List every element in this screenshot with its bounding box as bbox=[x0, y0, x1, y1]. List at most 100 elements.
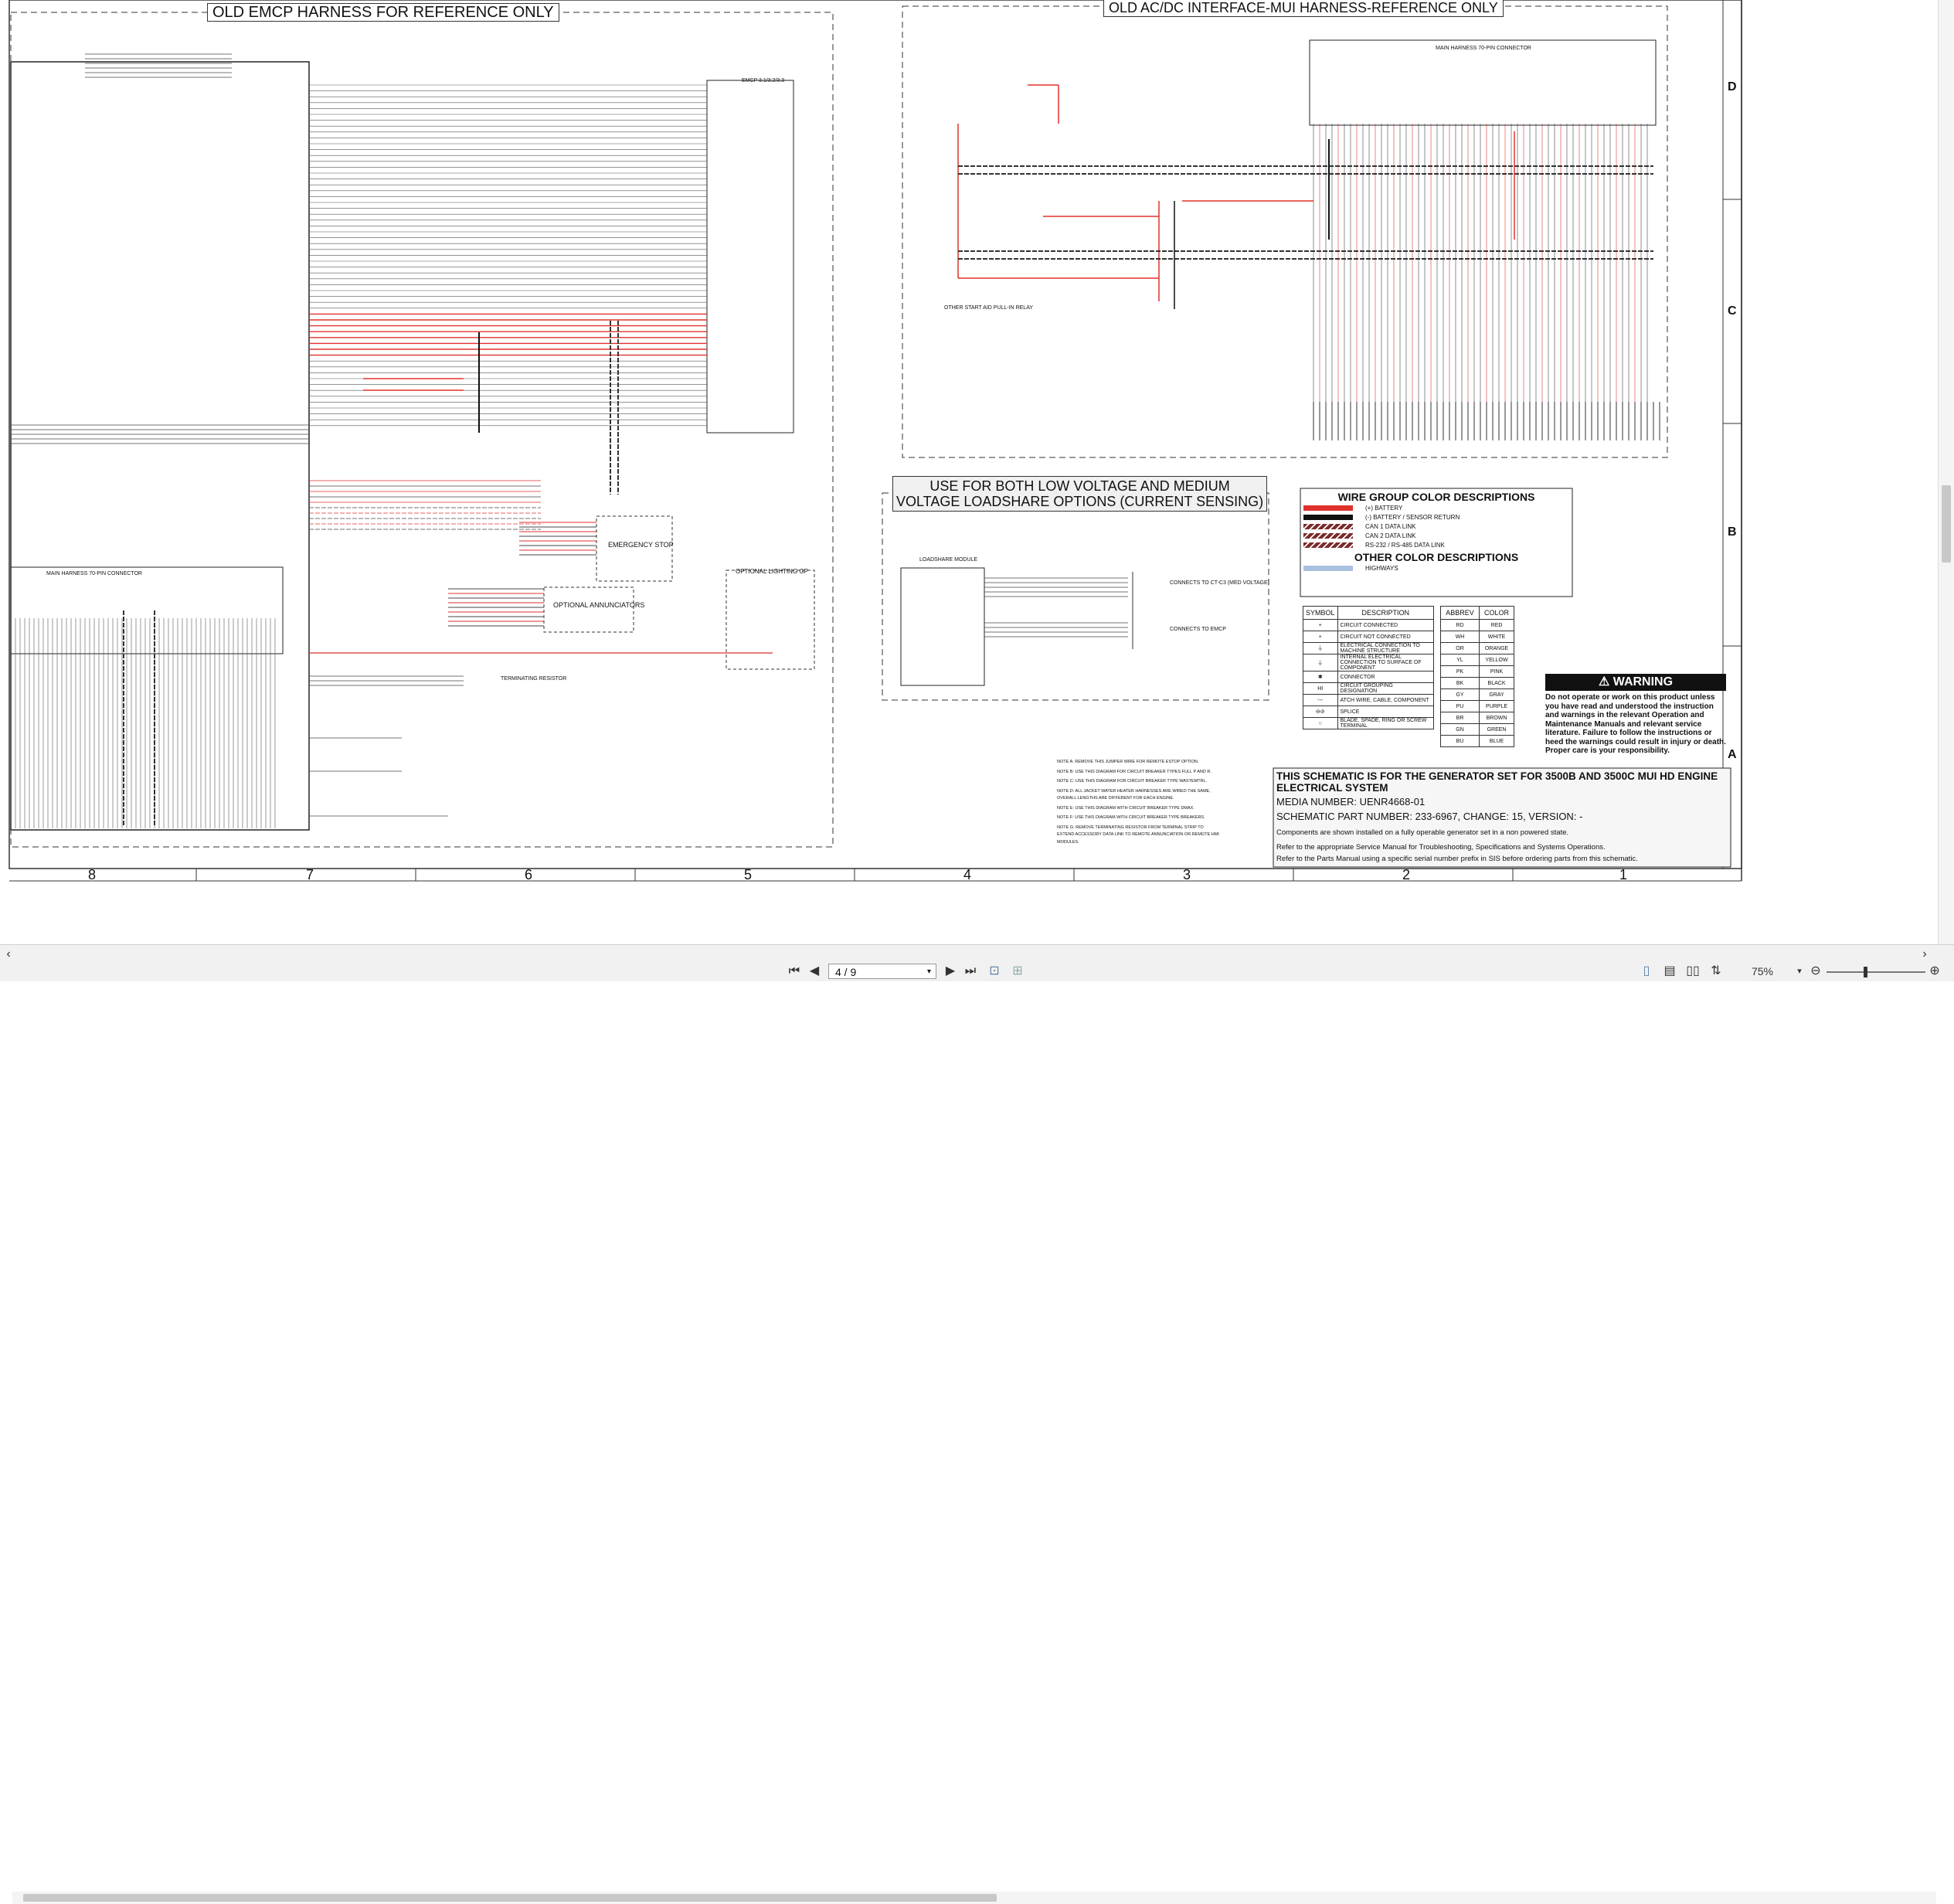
note-item: NOTE G: REMOVE TERMINATING RESISTOR FROM… bbox=[1057, 824, 1219, 845]
zoom-in-icon[interactable]: ⊕ bbox=[1927, 964, 1942, 979]
page-number-input[interactable]: 4 / 9 ▾ bbox=[828, 964, 936, 979]
legend-row: RS-232 / RS-485 DATA LINK bbox=[1303, 540, 1572, 549]
fit-page-icon[interactable]: ⊡ bbox=[986, 964, 1003, 979]
grid-row-label: D bbox=[1728, 80, 1737, 94]
wire-legend: WIRE GROUP COLOR DESCRIPTIONS (+) BATTER… bbox=[1300, 488, 1572, 573]
zoom-level[interactable]: 75% bbox=[1743, 964, 1782, 979]
schematic-part-number: SCHEMATIC PART NUMBER: 233-6967, CHANGE:… bbox=[1276, 811, 1583, 822]
color-abbrev: BU bbox=[1439, 735, 1480, 747]
color-row: WH WHITE bbox=[1439, 631, 1514, 643]
legend-swatch bbox=[1303, 532, 1353, 539]
two-page-view-icon[interactable]: ▯▯ bbox=[1684, 964, 1701, 979]
loadshare-title-line2: VOLTAGE LOADSHARE OPTIONS (CURRENT SENSI… bbox=[896, 494, 1264, 509]
zoom-out-icon[interactable]: ⊖ bbox=[1808, 964, 1823, 979]
notes-list: NOTE A: REMOVE THIS JUMPER WIRE FOR REMO… bbox=[1057, 759, 1219, 848]
symbol-glyph: + bbox=[1303, 631, 1338, 643]
symbol-description: CIRCUIT NOT CONNECTED bbox=[1337, 631, 1435, 643]
legend-label: (-) BATTERY / SENSOR RETURN bbox=[1365, 513, 1460, 521]
annunciators-box bbox=[543, 586, 634, 633]
legend-row: (+) BATTERY bbox=[1303, 503, 1572, 512]
note-item: NOTE B: USE THIS DIAGRAM FOR CIRCUIT BRE… bbox=[1057, 769, 1211, 774]
connects-to-ct-label: CONNECTS TO CT-C3 (MED VOLTAGE) bbox=[1170, 580, 1269, 586]
title-note-2: Refer to the appropriate Service Manual … bbox=[1276, 843, 1606, 852]
other-legend-title: OTHER COLOR DESCRIPTIONS bbox=[1354, 551, 1519, 563]
color-name: WHITE bbox=[1479, 631, 1514, 643]
warning-text: Do not operate or work on this product u… bbox=[1545, 693, 1726, 755]
emcp-harness-block bbox=[10, 61, 310, 831]
symbol-row: ✱ CONNECTOR bbox=[1303, 671, 1435, 683]
symbol-row: + CIRCUIT CONNECTED bbox=[1303, 619, 1435, 631]
continuous-view-icon[interactable]: ▤ bbox=[1661, 964, 1678, 979]
symbol-description: ATCH WIRE, CABLE, COMPONENT bbox=[1337, 694, 1435, 706]
horizontal-scrollbar[interactable] bbox=[12, 1892, 1936, 1904]
grid-row-label: C bbox=[1728, 304, 1737, 318]
color-abbrev: BR bbox=[1439, 712, 1480, 724]
vertical-scroll-thumb[interactable] bbox=[1942, 485, 1951, 563]
scroll-left-icon[interactable]: ‹ bbox=[3, 947, 14, 962]
grid-column-ticks bbox=[195, 869, 1514, 881]
rotate-view-icon[interactable]: ⇅ bbox=[1708, 964, 1725, 979]
optional-lighting-label: OPTIONAL LIGHTING GP bbox=[736, 568, 808, 575]
description-header: DESCRIPTION bbox=[1337, 606, 1435, 620]
lighting-box bbox=[726, 570, 815, 670]
emcp-panel-title: OLD EMCP HARNESS FOR REFERENCE ONLY bbox=[207, 3, 559, 22]
symbol-glyph: ⏚ bbox=[1303, 642, 1338, 654]
note-item: NOTE D: ALL JACKET WATER HEATER HARNESSE… bbox=[1057, 788, 1211, 801]
loadshare-module-box bbox=[900, 567, 985, 686]
symbol-table: SYMBOL DESCRIPTION + CIRCUIT CONNECTED + CI… bbox=[1303, 606, 1435, 729]
previous-page-icon[interactable]: ◀ bbox=[807, 964, 822, 979]
horizontal-scroll-thumb[interactable] bbox=[23, 1894, 997, 1902]
grid-column-label: 8 bbox=[88, 867, 97, 882]
color-name: PURPLE bbox=[1479, 700, 1514, 712]
color-row: PU PURPLE bbox=[1439, 700, 1514, 712]
acdc-panel-frame bbox=[902, 5, 1668, 458]
first-page-icon[interactable]: ⏮ bbox=[787, 964, 802, 979]
symbol-row: ⊖⊘ SPLICE bbox=[1303, 706, 1435, 718]
color-row: BR BROWN bbox=[1439, 712, 1514, 724]
grid-row-ticks bbox=[1723, 199, 1742, 647]
other-legend-label: HIGHWAYS bbox=[1365, 564, 1398, 572]
loadshare-module-label: LOADSHARE MODULE bbox=[919, 557, 978, 563]
grid-column-label: 6 bbox=[525, 867, 533, 882]
grid-column-label: 2 bbox=[1402, 867, 1411, 882]
connects-to-emcp-label: CONNECTS TO EMCP bbox=[1170, 627, 1226, 632]
color-rows: RD RED WH WHITE OR ORANGE YL YELLOW PK PINK BK BLAC… bbox=[1439, 619, 1514, 747]
color-row: PK PINK bbox=[1439, 665, 1514, 678]
grid-column-label: 5 bbox=[744, 867, 753, 882]
symbol-glyph: ⊖⊘ bbox=[1303, 706, 1338, 718]
symbol-row: ⏚ INTERNAL ELECTRICAL CONNECTION TO SURFA… bbox=[1303, 654, 1435, 672]
grid-column-label: 7 bbox=[306, 867, 314, 882]
grid-row-label: A bbox=[1728, 748, 1737, 761]
symbol-header: SYMBOL bbox=[1303, 606, 1338, 620]
warning-header: ⚠ WARNING bbox=[1545, 674, 1726, 691]
emergency-stop-box bbox=[596, 515, 673, 582]
other-start-aid-label: OTHER START AID PULL-IN RELAY bbox=[944, 305, 1034, 311]
legend-swatch bbox=[1303, 505, 1353, 511]
scroll-right-icon[interactable]: › bbox=[1919, 947, 1930, 962]
vertical-scrollbar[interactable] bbox=[1938, 0, 1954, 944]
symbol-description: INTERNAL ELECTRICAL CONNECTION TO SURFAC… bbox=[1337, 654, 1435, 672]
fit-width-icon[interactable]: ⊞ bbox=[1009, 964, 1026, 979]
grid-column-label: 1 bbox=[1619, 867, 1628, 882]
color-abbrev: OR bbox=[1439, 642, 1480, 654]
zoom-dropdown-icon[interactable]: ▾ bbox=[1794, 964, 1805, 979]
color-row: GY GRAY bbox=[1439, 688, 1514, 701]
left-harness-wires bbox=[15, 610, 276, 828]
note-item: NOTE E: USE THIS DIAGRAM WITH CIRCUIT BR… bbox=[1057, 805, 1194, 811]
page-dropdown-icon[interactable]: ▾ bbox=[927, 964, 931, 980]
grid-column-label: 4 bbox=[963, 867, 972, 882]
emcp-controller-box bbox=[706, 80, 794, 434]
color-name: PINK bbox=[1479, 665, 1514, 678]
loadshare-title-line1: USE FOR BOTH LOW VOLTAGE AND MEDIUM bbox=[929, 478, 1230, 494]
single-page-view-icon[interactable]: ▯ bbox=[1638, 964, 1655, 979]
abbrev-header: ABBREV bbox=[1439, 606, 1480, 620]
symbol-glyph: --- bbox=[1303, 694, 1338, 706]
zoom-slider-handle[interactable] bbox=[1864, 967, 1867, 978]
acdc-main-connector-box bbox=[1309, 39, 1657, 126]
color-name: ORANGE bbox=[1479, 642, 1514, 654]
color-table: ABBREV COLOR RD RED WH WHITE OR ORANGE YL YELLO… bbox=[1439, 606, 1514, 747]
next-page-icon[interactable]: ▶ bbox=[943, 964, 958, 979]
last-page-icon[interactable]: ⏭ bbox=[963, 964, 978, 979]
title-note-3: Refer to the Parts Manual using a specif… bbox=[1276, 855, 1638, 863]
zoom-slider-track[interactable] bbox=[1827, 971, 1925, 973]
